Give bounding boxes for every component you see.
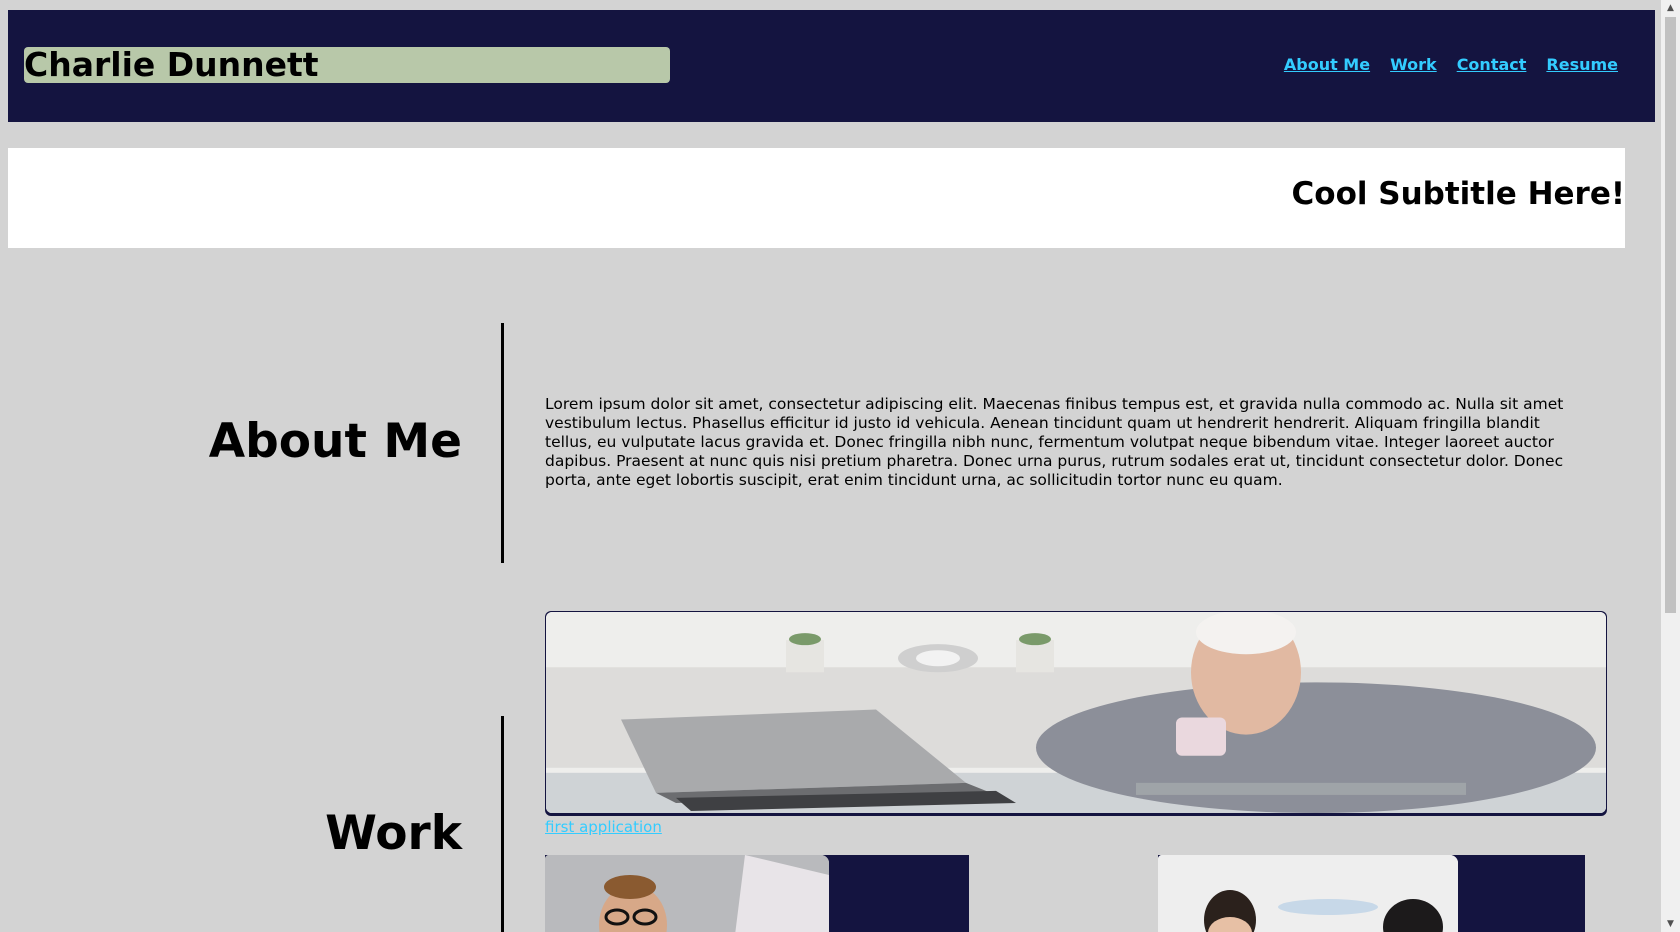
scrollbar-thumb[interactable] — [1665, 17, 1676, 613]
work-heading: Work — [325, 806, 462, 861]
scroll-up-arrow-icon[interactable]: ▲ — [1661, 0, 1680, 16]
feature-project-card[interactable] — [545, 611, 1607, 816]
work-divider — [501, 716, 504, 932]
main-nav: About Me Work Contact Resume — [1284, 55, 1618, 74]
page: Charlie Dunnett About Me Work Contact Re… — [0, 0, 1661, 932]
scroll-down-arrow-icon[interactable]: ▼ — [1661, 916, 1680, 932]
feature-project-link[interactable]: first application — [545, 818, 662, 836]
project-card-1-photo — [545, 855, 829, 932]
about-divider — [501, 323, 504, 563]
project-card-2-photo — [1158, 855, 1458, 932]
project-card-1-image — [545, 855, 829, 932]
site-name: Charlie Dunnett — [24, 47, 670, 83]
hero-banner: Cool Subtitle Here! — [8, 148, 1625, 248]
nav-link-work[interactable]: Work — [1390, 55, 1437, 74]
feature-project-image — [546, 612, 1606, 813]
vertical-scrollbar[interactable]: ▲ ▼ — [1661, 0, 1680, 932]
about-paragraph: Lorem ipsum dolor sit amet, consectetur … — [545, 395, 1564, 489]
site-header: Charlie Dunnett About Me Work Contact Re… — [8, 10, 1655, 122]
office-photo-illustration — [546, 612, 1606, 813]
hero-subtitle: Cool Subtitle Here! — [1291, 176, 1625, 212]
top-strip — [0, 0, 1661, 10]
project-card-2-image — [1158, 855, 1458, 932]
about-heading: About Me — [208, 414, 462, 469]
project-card-1[interactable] — [545, 855, 969, 932]
nav-link-contact[interactable]: Contact — [1457, 55, 1527, 74]
nav-link-resume[interactable]: Resume — [1546, 55, 1618, 74]
nav-link-about-me[interactable]: About Me — [1284, 55, 1370, 74]
project-card-2[interactable] — [1158, 855, 1585, 932]
